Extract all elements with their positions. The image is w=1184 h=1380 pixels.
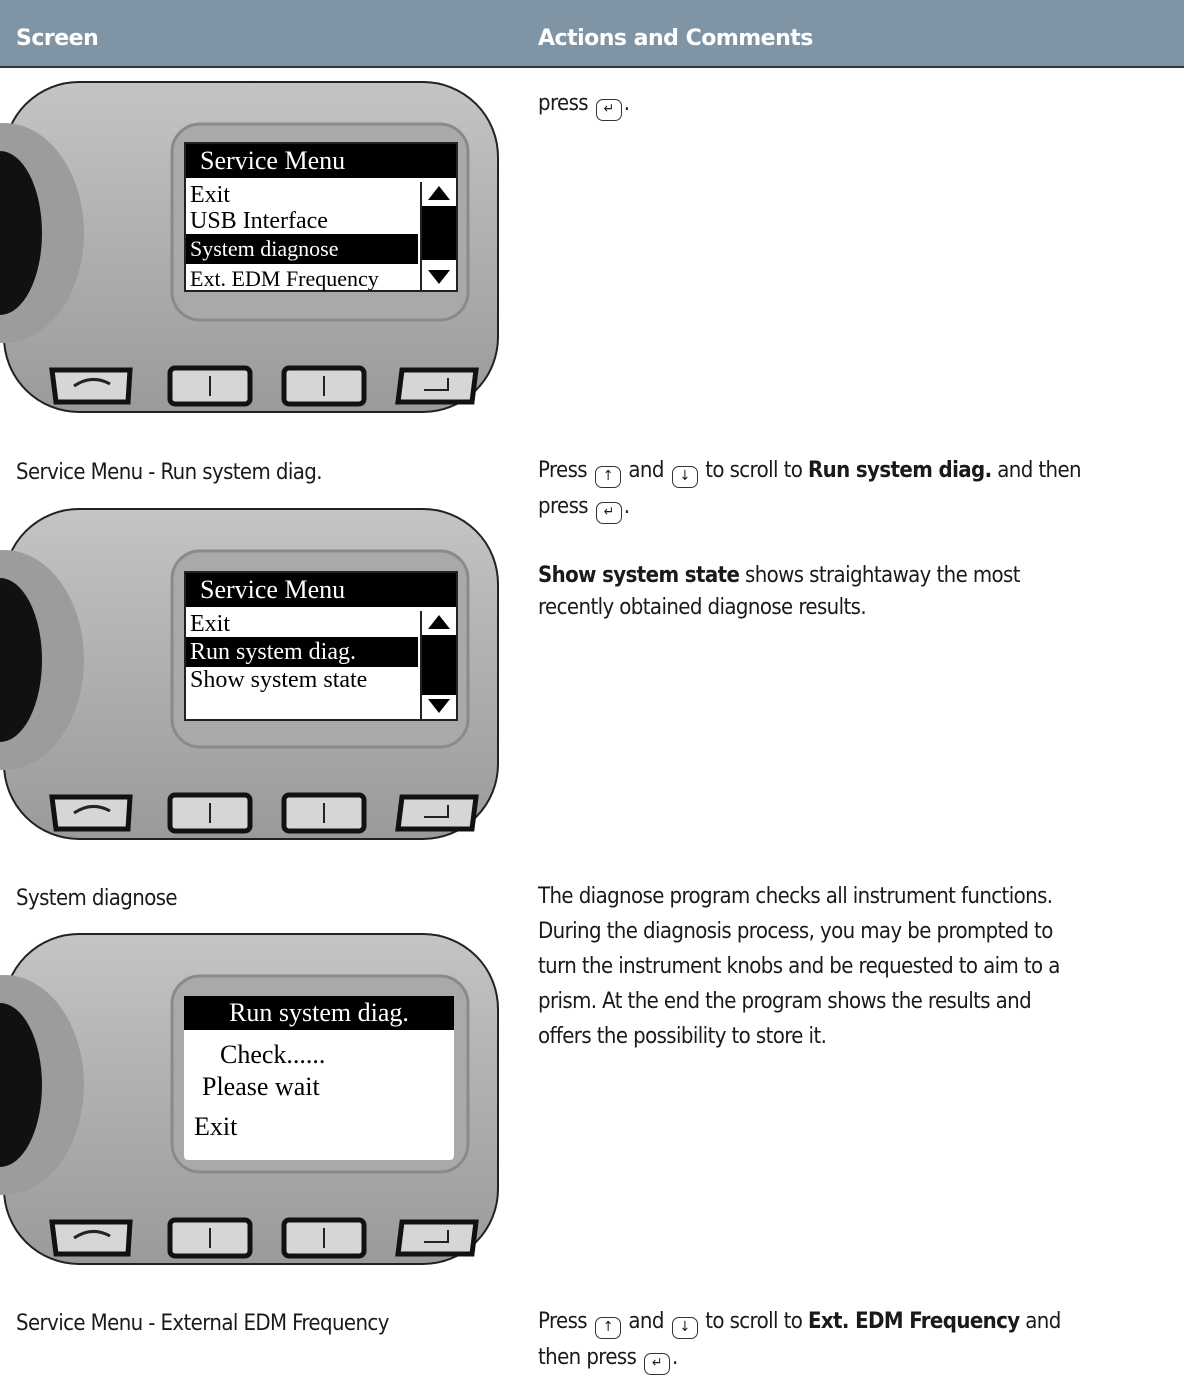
row2-note: Show system state shows straightaway the… bbox=[538, 563, 1021, 620]
up-key-icon[interactable] bbox=[167, 792, 253, 834]
down-key-icon[interactable] bbox=[281, 792, 367, 834]
text-line: turn the instrument knobs and be request… bbox=[538, 954, 1060, 979]
menu-item[interactable]: Show system state bbox=[186, 667, 456, 693]
row2-caption: Service Menu - Run system diag. bbox=[16, 460, 323, 485]
scroll-down-icon[interactable] bbox=[428, 270, 450, 284]
lcd-title: Service Menu bbox=[186, 573, 456, 607]
enter-key-icon: ↵ bbox=[595, 99, 622, 121]
up-key-icon: ↑ bbox=[594, 466, 621, 488]
text-line: prism. At the end the program shows the … bbox=[538, 989, 1032, 1014]
row2-text: Press ↑ and ↓ to scroll to Run system di… bbox=[538, 453, 1184, 525]
lcd-title: Service Menu bbox=[186, 144, 456, 178]
menu-item-selected[interactable]: System diagnose bbox=[186, 234, 418, 264]
undo-key-icon[interactable] bbox=[49, 794, 133, 832]
scroll-thumb[interactable] bbox=[422, 206, 456, 260]
enter-key-icon[interactable] bbox=[395, 1219, 479, 1257]
text-line: offers the possibility to store it. bbox=[538, 1024, 827, 1049]
lcd-screen: Service Menu Exit Run system diag. Show … bbox=[184, 571, 458, 721]
enter-key-icon: ↵ bbox=[644, 1353, 671, 1375]
table-header: Screen Actions and Comments bbox=[0, 0, 1184, 68]
lcd-status-line: Check...... bbox=[220, 1040, 326, 1069]
menu-item-selected[interactable]: Run system diag. bbox=[186, 637, 418, 667]
scroll-up-icon[interactable] bbox=[428, 186, 450, 200]
scrollbar[interactable] bbox=[420, 611, 456, 719]
text-line: The diagnose program checks all instrume… bbox=[538, 884, 1053, 909]
text-line: During the diagnosis process, you may be… bbox=[538, 919, 1053, 944]
up-key-icon[interactable] bbox=[167, 365, 253, 407]
undo-key-icon[interactable] bbox=[49, 367, 133, 405]
enter-key-icon[interactable] bbox=[395, 794, 479, 832]
instrument-panel-3: Run system diag. Check...... Please wait… bbox=[0, 930, 503, 1268]
menu-item[interactable]: Ext. EDM Frequency bbox=[186, 264, 456, 294]
row1-text: press ↵. bbox=[538, 86, 630, 122]
lcd-screen: Service Menu Exit USB Interface System d… bbox=[184, 142, 458, 292]
row3-text: The diagnose program checks all instrume… bbox=[538, 879, 1060, 1054]
scroll-thumb[interactable] bbox=[422, 635, 456, 695]
enter-key-icon: ↵ bbox=[595, 502, 622, 524]
undo-key-icon[interactable] bbox=[49, 1219, 133, 1257]
scroll-down-icon[interactable] bbox=[428, 699, 450, 713]
instrument-panel-2: Service Menu Exit Run system diag. Show … bbox=[0, 505, 503, 843]
down-key-icon: ↓ bbox=[671, 1317, 698, 1339]
lcd-screen: Run system diag. Check...... Please wait… bbox=[184, 996, 454, 1160]
menu-item[interactable]: USB Interface bbox=[186, 208, 456, 234]
instrument-panel-1: Service Menu Exit USB Interface System d… bbox=[0, 78, 503, 416]
row4-text: Press ↑ and ↓ to scroll to Ext. EDM Freq… bbox=[538, 1304, 1184, 1376]
column-header-actions: Actions and Comments bbox=[538, 26, 813, 51]
lcd-title: Run system diag. bbox=[184, 996, 454, 1030]
menu-item[interactable]: Exit bbox=[186, 611, 456, 637]
enter-key-icon[interactable] bbox=[395, 367, 479, 405]
down-key-icon[interactable] bbox=[281, 365, 367, 407]
menu-item[interactable]: Exit bbox=[186, 182, 456, 208]
down-key-icon: ↓ bbox=[671, 466, 698, 488]
up-key-icon[interactable] bbox=[167, 1217, 253, 1259]
lcd-status-line: Please wait bbox=[202, 1072, 320, 1101]
exit-option[interactable]: Exit bbox=[184, 1112, 454, 1142]
row3-caption: System diagnose bbox=[16, 886, 178, 911]
column-header-screen: Screen bbox=[16, 26, 99, 51]
up-key-icon: ↑ bbox=[594, 1317, 621, 1339]
row4-caption: Service Menu - External EDM Frequency bbox=[16, 1311, 389, 1336]
scroll-up-icon[interactable] bbox=[428, 615, 450, 629]
scrollbar[interactable] bbox=[420, 182, 456, 290]
down-key-icon[interactable] bbox=[281, 1217, 367, 1259]
